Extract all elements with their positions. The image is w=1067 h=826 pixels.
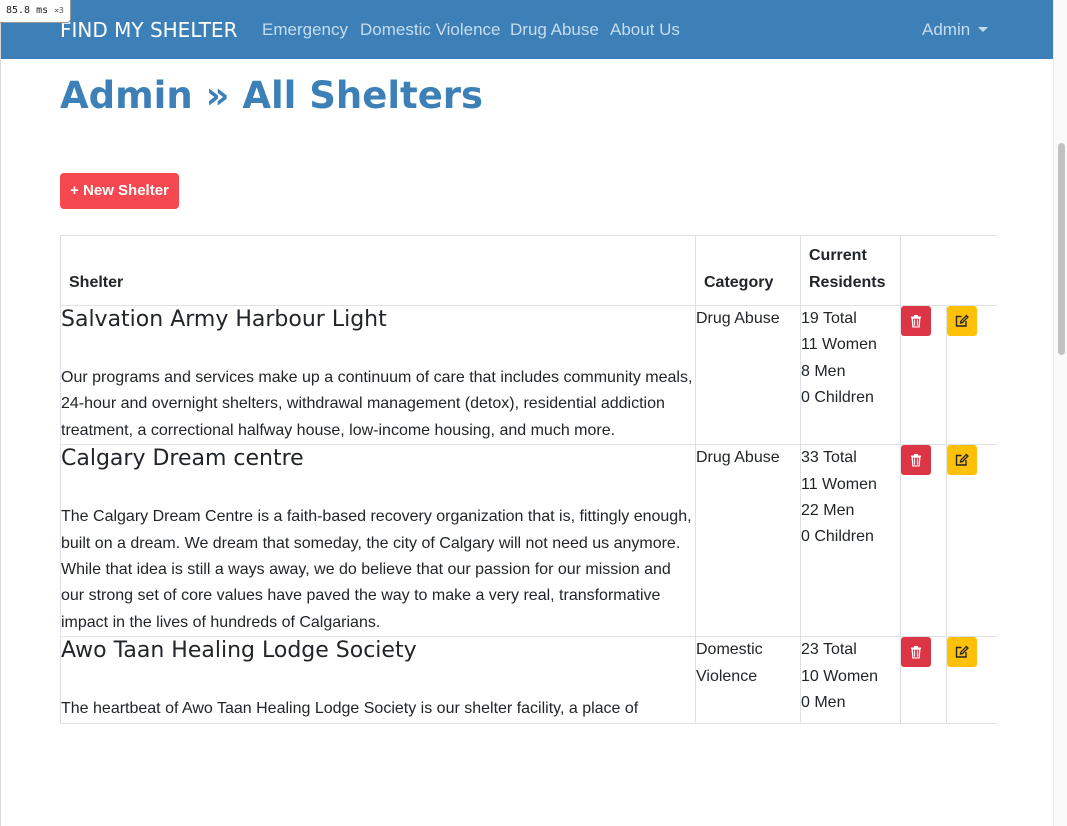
- shelters-table: Shelter Category Current Residents Salvat…: [60, 235, 997, 724]
- shelter-name: Awo Taan Healing Lodge Society: [61, 638, 417, 664]
- delete-button[interactable]: [901, 637, 931, 668]
- residents-men: 0 Men: [801, 694, 846, 712]
- admin-dropdown[interactable]: Admin: [922, 19, 989, 41]
- category-cell: Drug Abuse: [695, 304, 801, 446]
- edit-button[interactable]: [947, 637, 977, 668]
- table-header-row: Shelter Category Current Residents: [60, 235, 997, 306]
- header-residents-line2: Residents: [809, 274, 886, 291]
- nav-link-drug-abuse[interactable]: Drug Abuse: [510, 19, 599, 41]
- column-header-actions: [900, 235, 997, 306]
- delete-button[interactable]: [901, 445, 931, 476]
- trash-icon: [911, 454, 921, 467]
- edit-button[interactable]: [947, 306, 977, 336]
- edit-icon: [955, 645, 969, 658]
- category-cell: Domestic Violence: [695, 636, 801, 724]
- edit-icon: [955, 314, 969, 327]
- perf-unit: ms: [36, 5, 49, 16]
- brand-link[interactable]: FIND MY SHELTER: [60, 17, 237, 43]
- residents-women: 10 Women: [801, 667, 879, 685]
- shelter-description: The Calgary Dream Centre is a faith-base…: [61, 508, 692, 631]
- residents-men: 22 Men: [801, 502, 855, 520]
- delete-cell: [900, 304, 947, 446]
- residents-cell: 23 Total 10 Women 0 Men: [800, 636, 901, 724]
- table-row: Awo Taan Healing Lodge Society The heart…: [60, 636, 997, 724]
- shelter-cell: Calgary Dream centre The Calgary Dream C…: [60, 444, 696, 638]
- edit-button[interactable]: [947, 445, 977, 476]
- residents-total: 33 Total: [801, 449, 857, 467]
- delete-cell: [900, 636, 947, 724]
- residents-women: 11 Women: [801, 336, 877, 354]
- scrollbar-thumb[interactable]: [1058, 143, 1065, 355]
- caret-down-icon: [978, 27, 989, 32]
- perf-multiplier: ×3: [54, 6, 64, 15]
- residents-children: 0 Children: [801, 528, 874, 546]
- shelter-cell: Awo Taan Healing Lodge Society The heart…: [60, 636, 696, 724]
- residents-cell: 33 Total 11 Women 22 Men 0 Children: [800, 444, 901, 638]
- nav-link-domestic-violence[interactable]: Domestic Violence: [360, 19, 500, 41]
- nav-link-emergency[interactable]: Emergency: [262, 19, 348, 41]
- shelter-name: Salvation Army Harbour Light: [61, 307, 387, 332]
- residents-women: 11 Women: [801, 475, 877, 493]
- table-row: Calgary Dream centre The Calgary Dream C…: [60, 444, 997, 638]
- perf-badge: 85.8 ms ×3: [0, 0, 71, 23]
- delete-button[interactable]: [901, 306, 931, 336]
- residents-total: 19 Total: [801, 310, 857, 327]
- navbar: FIND MY SHELTER Emergency Domestic Viole…: [1, 0, 1053, 59]
- new-shelter-button[interactable]: + New Shelter: [60, 173, 179, 209]
- trash-icon: [911, 646, 921, 659]
- header-residents-line1: Current: [809, 247, 867, 264]
- column-header-shelter: Shelter: [60, 235, 696, 306]
- residents-children: 0 Children: [801, 389, 874, 407]
- edit-icon: [955, 453, 969, 466]
- shelter-description: The heartbeat of Awo Taan Healing Lodge …: [61, 700, 639, 718]
- browser-viewport: FIND MY SHELTER Emergency Domestic Viole…: [0, 0, 1053, 826]
- column-header-category: Category: [695, 235, 801, 306]
- table-row: Salvation Army Harbour Light Our program…: [60, 304, 997, 446]
- column-header-current-residents: Current Residents: [800, 235, 901, 306]
- trash-icon: [911, 315, 921, 328]
- residents-total: 23 Total: [801, 641, 857, 659]
- delete-cell: [900, 444, 947, 638]
- edit-cell: [946, 444, 997, 638]
- shelter-name: Calgary Dream centre: [61, 446, 304, 472]
- page-title: Admin » All Shelters: [60, 74, 484, 117]
- residents-cell: 19 Total 11 Women 8 Men 0 Children: [800, 304, 901, 446]
- edit-cell: [946, 304, 997, 446]
- admin-dropdown-label: Admin: [922, 20, 971, 39]
- category-cell: Drug Abuse: [695, 444, 801, 638]
- vertical-scrollbar[interactable]: [1053, 0, 1067, 826]
- shelter-description: Our programs and services make up a cont…: [61, 369, 693, 439]
- nav-link-about-us[interactable]: About Us: [610, 19, 680, 41]
- residents-men: 8 Men: [801, 362, 846, 380]
- shelter-cell: Salvation Army Harbour Light Our program…: [60, 304, 696, 446]
- edit-cell: [946, 636, 997, 724]
- perf-value: 85.8: [6, 5, 31, 16]
